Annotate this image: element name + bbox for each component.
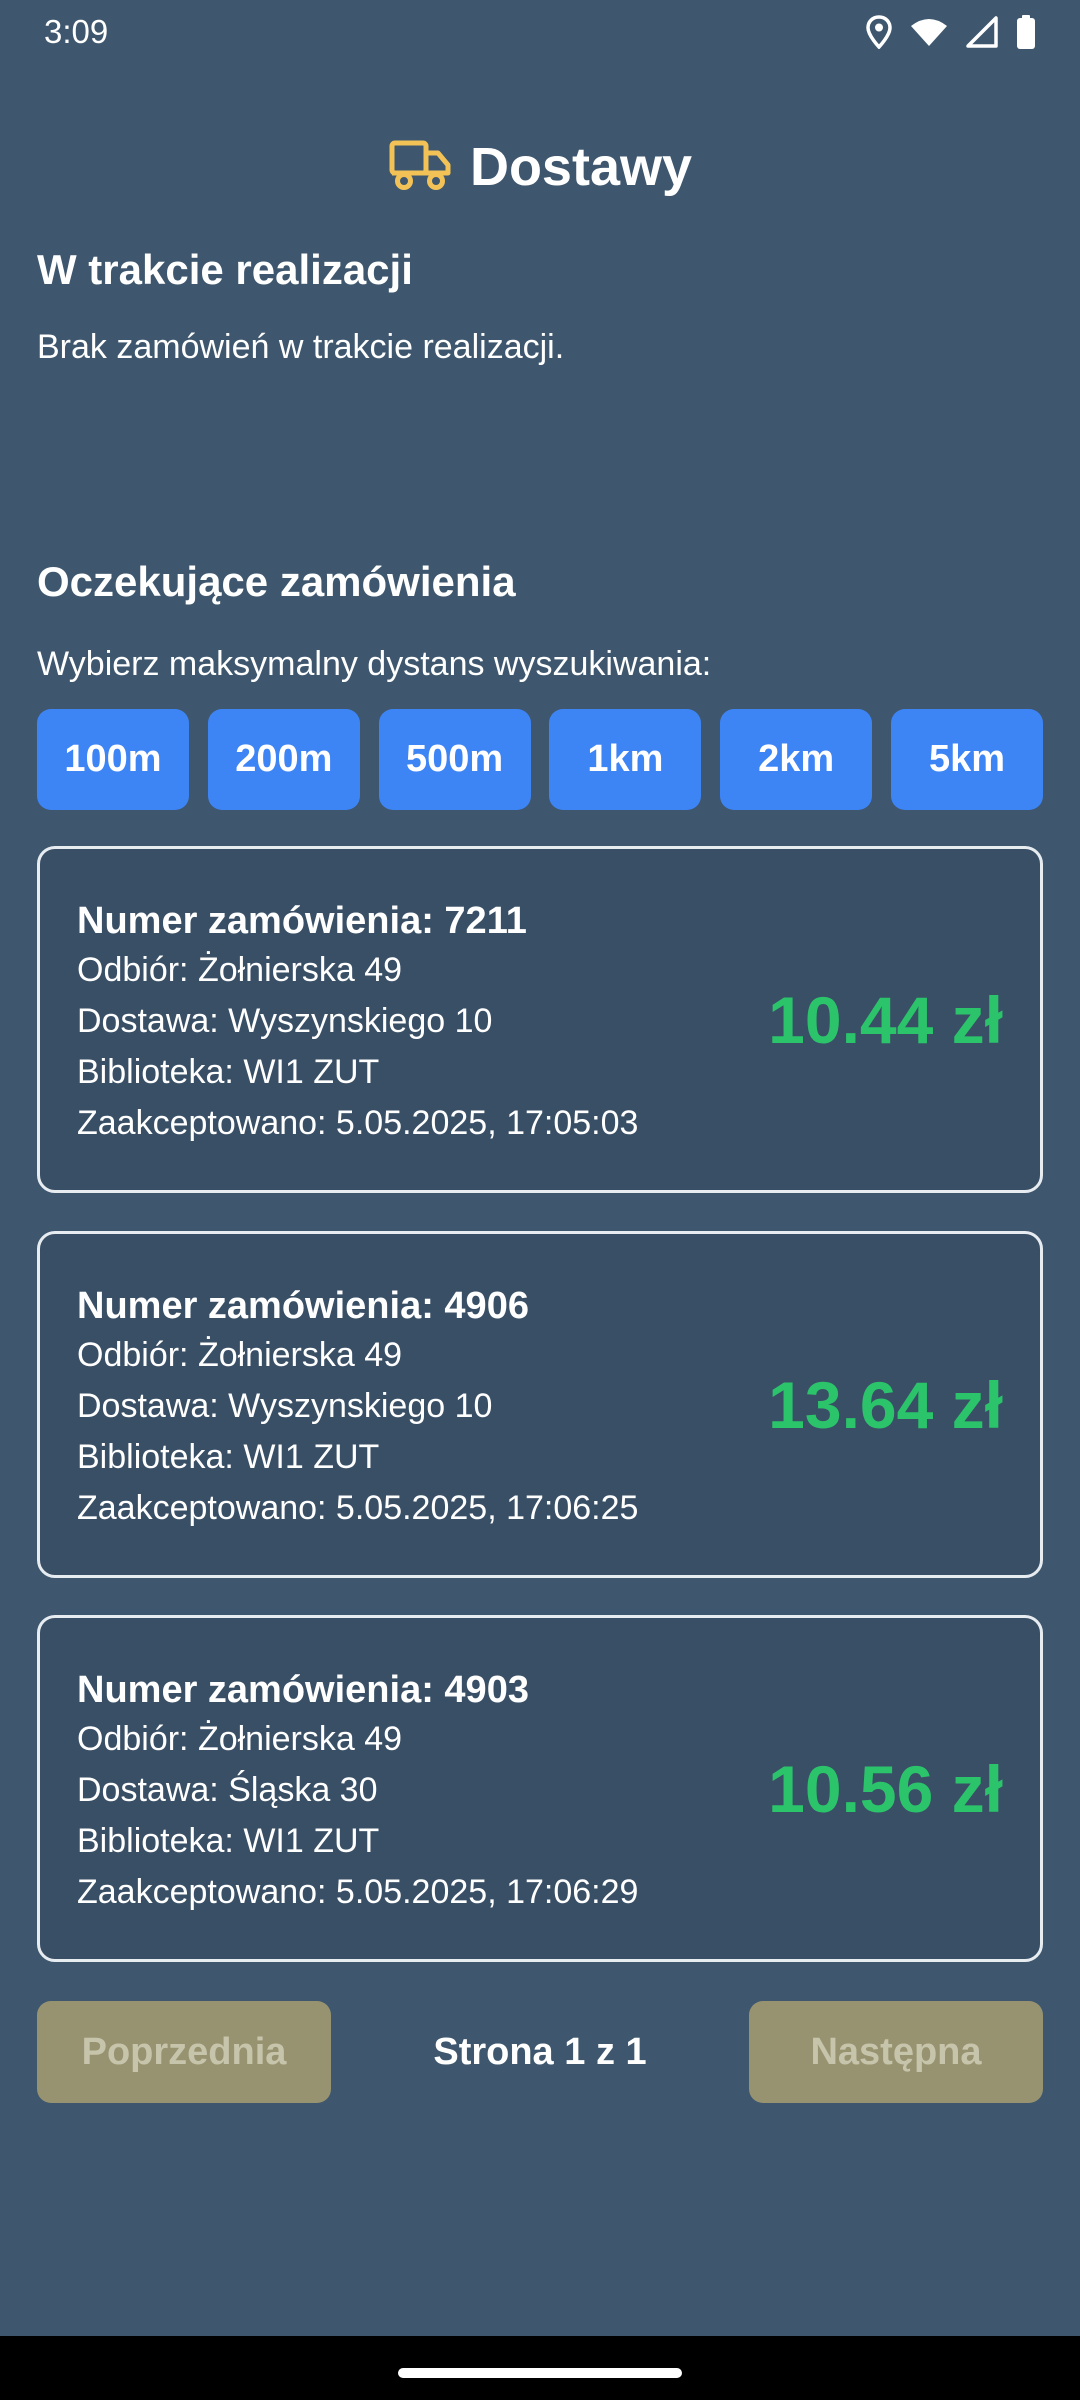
order-price: 10.44 zł bbox=[768, 982, 1003, 1057]
order-details: Numer zamówienia: 4906 Odbiór: Żołniersk… bbox=[77, 1282, 638, 1534]
order-delivery: Dostawa: Wyszynskiego 10 bbox=[77, 1002, 493, 1040]
order-details: Numer zamówienia: 7211 Odbiór: Żołniersk… bbox=[77, 897, 638, 1149]
order-library: Biblioteka: WI1 ZUT bbox=[77, 1438, 380, 1476]
order-number: Numer zamówienia: 4906 bbox=[77, 1285, 529, 1327]
order-pickup: Odbiór: Żołnierska 49 bbox=[77, 1720, 403, 1758]
system-nav-bar bbox=[0, 2336, 1080, 2400]
signal-icon bbox=[966, 16, 998, 48]
status-icons bbox=[866, 15, 1036, 49]
distance-2km-button[interactable]: 2km bbox=[720, 709, 873, 810]
order-library: Biblioteka: WI1 ZUT bbox=[77, 1053, 380, 1091]
app-header: Dostawy bbox=[0, 130, 1080, 204]
location-icon bbox=[866, 15, 892, 49]
order-card[interactable]: Numer zamówienia: 4906 Odbiór: Żołniersk… bbox=[37, 1231, 1043, 1578]
status-time: 3:09 bbox=[44, 13, 109, 50]
distance-5km-button[interactable]: 5km bbox=[890, 709, 1043, 810]
order-number: Numer zamówienia: 4903 bbox=[77, 1669, 529, 1711]
order-delivery: Dostawa: Wyszynskiego 10 bbox=[77, 1387, 493, 1425]
distance-filter: 100m 200m 500m 1km 2km 5km bbox=[37, 709, 1043, 810]
screen: 3:09 Dostawy W trakcie realizacji Brak z… bbox=[0, 0, 1080, 2400]
order-card[interactable]: Numer zamówienia: 7211 Odbiór: Żołniersk… bbox=[37, 846, 1043, 1193]
status-bar: 3:09 bbox=[0, 0, 1080, 64]
battery-icon bbox=[1016, 15, 1036, 49]
order-number: Numer zamówienia: 7211 bbox=[77, 900, 527, 942]
next-page-button[interactable]: Następna bbox=[748, 2001, 1043, 2103]
page-indicator: Strona 1 z 1 bbox=[433, 2030, 647, 2073]
in-progress-title: W trakcie realizacji bbox=[37, 246, 413, 293]
order-accepted: Zaakceptowano: 5.05.2025, 17:05:03 bbox=[77, 1104, 639, 1142]
order-card[interactable]: Numer zamówienia: 4903 Odbiór: Żołniersk… bbox=[37, 1615, 1043, 1962]
previous-page-button[interactable]: Poprzednia bbox=[37, 2001, 331, 2103]
distance-500m-button[interactable]: 500m bbox=[378, 709, 531, 810]
order-pickup: Odbiór: Żołnierska 49 bbox=[77, 1336, 403, 1374]
distance-1km-button[interactable]: 1km bbox=[549, 709, 702, 810]
home-gesture-handle[interactable] bbox=[398, 2368, 682, 2378]
order-details: Numer zamówienia: 4903 Odbiór: Żołniersk… bbox=[77, 1666, 638, 1918]
pending-orders-title: Oczekujące zamówienia bbox=[37, 558, 516, 605]
order-delivery: Dostawa: Śląska 30 bbox=[77, 1771, 378, 1809]
pagination: Poprzednia Strona 1 z 1 Następna bbox=[37, 2001, 1043, 2103]
distance-100m-button[interactable]: 100m bbox=[37, 709, 189, 810]
distance-prompt: Wybierz maksymalny dystans wyszukiwania: bbox=[37, 645, 712, 683]
truck-icon bbox=[388, 137, 452, 198]
order-library: Biblioteka: WI1 ZUT bbox=[77, 1822, 380, 1860]
order-accepted: Zaakceptowano: 5.05.2025, 17:06:25 bbox=[77, 1489, 639, 1527]
in-progress-empty-text: Brak zamówień w trakcie realizacji. bbox=[37, 328, 565, 366]
page-title: Dostawy bbox=[469, 137, 693, 197]
wifi-icon bbox=[910, 17, 948, 47]
order-price: 13.64 zł bbox=[768, 1367, 1003, 1442]
order-price: 10.56 zł bbox=[768, 1751, 1003, 1826]
distance-200m-button[interactable]: 200m bbox=[207, 709, 360, 810]
order-accepted: Zaakceptowano: 5.05.2025, 17:06:29 bbox=[77, 1873, 639, 1911]
order-pickup: Odbiór: Żołnierska 49 bbox=[77, 951, 403, 989]
